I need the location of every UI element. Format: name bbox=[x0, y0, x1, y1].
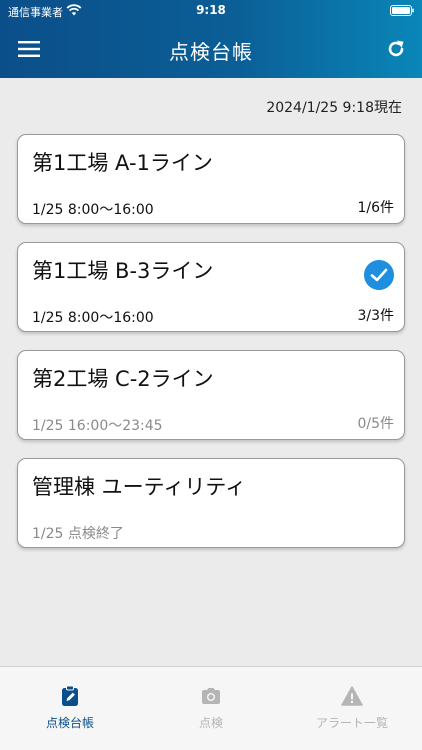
tab-ledger[interactable]: 点検台帳 bbox=[0, 667, 140, 750]
app-header: 通信事業者 9:18 点検台帳 bbox=[0, 0, 422, 78]
camera-icon bbox=[202, 688, 220, 704]
tab-alerts[interactable]: アラート一覧 bbox=[282, 667, 422, 750]
card-schedule: 1/25 8:00〜16:00 bbox=[32, 202, 154, 218]
battery-icon bbox=[390, 5, 414, 16]
card-title: 第2工場 C-2ライン bbox=[32, 367, 214, 391]
card-count: 0/5件 bbox=[357, 416, 394, 432]
warning-icon bbox=[341, 686, 363, 706]
updated-timestamp: 2024/1/25 9:18現在 bbox=[266, 100, 402, 116]
card-title: 第1工場 B-3ライン bbox=[32, 259, 214, 283]
ledger-card[interactable]: 第1工場 A-1ライン 1/25 8:00〜16:00 1/6件 bbox=[17, 134, 405, 224]
status-bar: 通信事業者 9:18 bbox=[0, 0, 422, 22]
card-title: 管理棟 ユーティリティ bbox=[32, 475, 247, 499]
tab-bar: 点検台帳 点検 アラート一覧 bbox=[0, 666, 422, 750]
tab-inspection[interactable]: 点検 bbox=[141, 667, 281, 750]
refresh-icon[interactable] bbox=[386, 39, 406, 59]
completed-check-icon bbox=[364, 260, 394, 290]
tab-label: 点検 bbox=[198, 716, 223, 730]
status-clock: 9:18 bbox=[196, 3, 226, 17]
card-schedule: 1/25 16:00〜23:45 bbox=[32, 418, 163, 434]
ledger-card[interactable]: 第2工場 C-2ライン 1/25 16:00〜23:45 0/5件 bbox=[17, 350, 405, 440]
card-schedule: 1/25 点検終了 bbox=[32, 526, 124, 542]
card-title: 第1工場 A-1ライン bbox=[32, 151, 213, 175]
card-count: 3/3件 bbox=[357, 308, 394, 324]
tab-label: アラート一覧 bbox=[315, 716, 388, 730]
tab-label: 点検台帳 bbox=[45, 716, 94, 730]
card-count: 1/6件 bbox=[357, 200, 394, 216]
clipboard-edit-icon bbox=[62, 685, 78, 706]
card-schedule: 1/25 8:00〜16:00 bbox=[32, 310, 154, 326]
page-title: 点検台帳 bbox=[169, 40, 253, 64]
ledger-card[interactable]: 管理棟 ユーティリティ 1/25 点検終了 bbox=[17, 458, 405, 548]
ledger-card[interactable]: 第1工場 B-3ライン 1/25 8:00〜16:00 3/3件 bbox=[17, 242, 405, 332]
